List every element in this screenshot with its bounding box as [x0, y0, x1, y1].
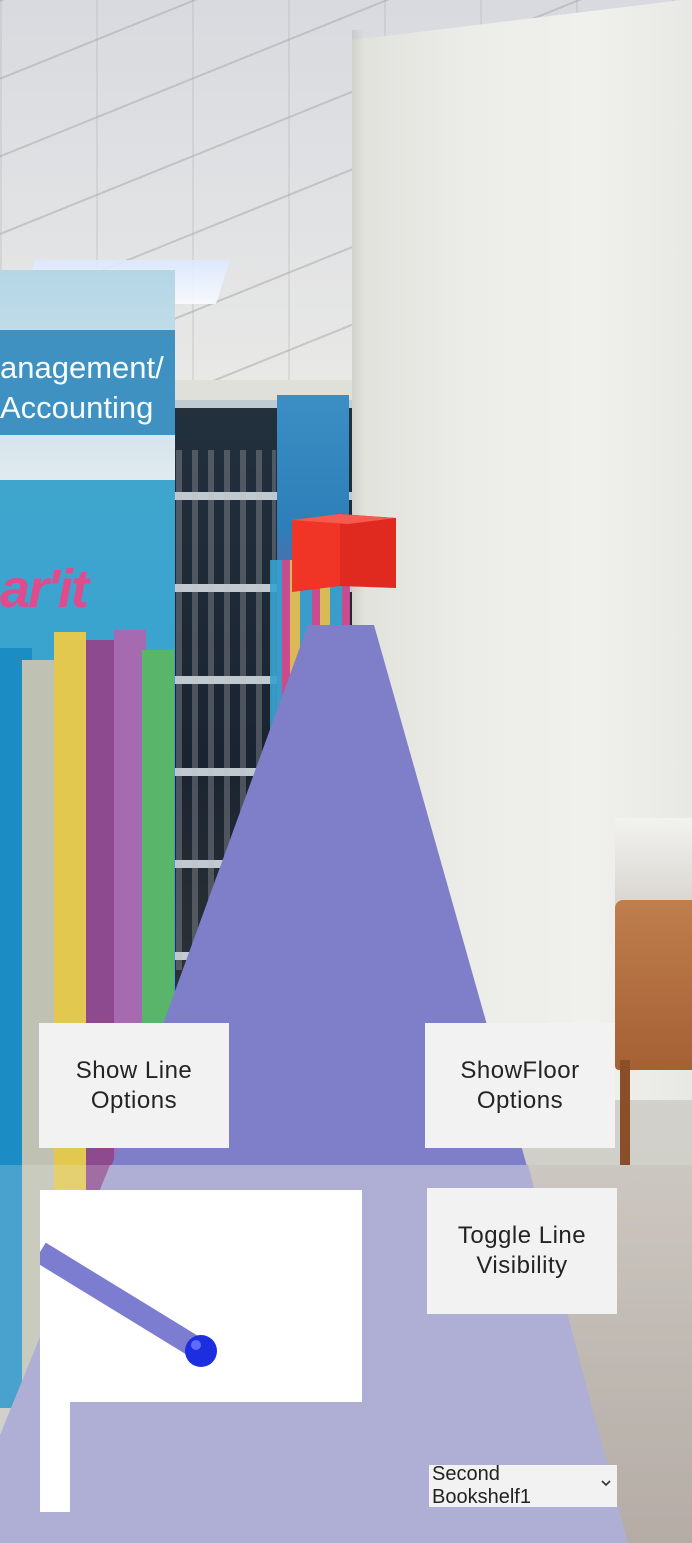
chair-leg	[620, 1060, 630, 1170]
ar-navigation-screen: anagement/ Accounting ar'it Show Line Op…	[0, 0, 692, 1543]
banner-text-line1: anagement/	[0, 350, 164, 385]
chair	[615, 900, 692, 1070]
table	[615, 818, 692, 908]
destination-dropdown[interactable]: Second Bookshelf1	[429, 1463, 617, 1508]
destination-dropdown-value: Second Bookshelf1	[432, 1463, 531, 1508]
bookshelf-books	[176, 450, 276, 970]
show-line-options-button[interactable]: Show Line Options	[39, 1023, 229, 1148]
show-floor-options-button[interactable]: ShowFloor Options	[425, 1023, 615, 1148]
banner-text-line2: Accounting	[0, 390, 154, 425]
minimap-user-marker	[185, 1335, 217, 1367]
minimap[interactable]	[40, 1190, 362, 1512]
banner-logo: ar'it	[0, 559, 89, 619]
toggle-line-visibility-button[interactable]: Toggle Line Visibility	[427, 1188, 617, 1314]
chevron-down-icon	[601, 1480, 611, 1487]
target-cube-marker	[292, 514, 396, 592]
